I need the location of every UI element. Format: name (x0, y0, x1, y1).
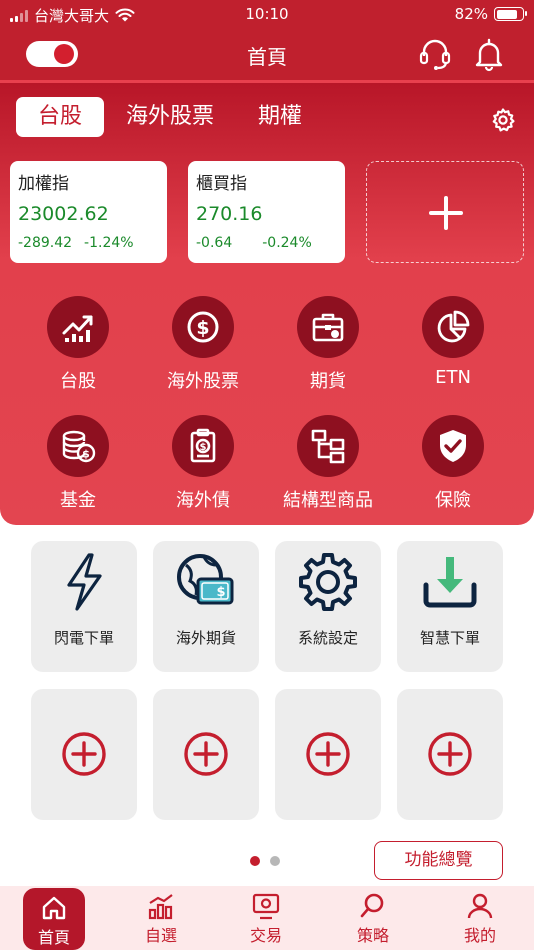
category-label: 海外債 (176, 490, 230, 511)
category-tw-stock[interactable]: 台股 (13, 296, 143, 393)
index-change: -289.42 (18, 235, 73, 251)
settings-gear-icon (299, 553, 357, 611)
shortcut-flash-order[interactable]: 閃電下單 (31, 541, 137, 672)
market-panel: 台股 海外股票 期權 加權指 23002.62 -289.42 -1.24% 櫃買… (0, 83, 534, 525)
briefcase-icon (312, 313, 344, 342)
index-card-taiex[interactable]: 加權指 23002.62 -289.42 -1.24% (10, 161, 167, 263)
feature-overview-button[interactable]: 功能總覽 (374, 841, 503, 880)
index-price: 23002.62 (18, 203, 109, 225)
shortcut-overseas-futures[interactable]: $ 海外期貨 (153, 541, 259, 672)
category-label: 基金 (60, 490, 96, 511)
coin-stack-icon: $ (62, 430, 96, 463)
add-shortcut-tile[interactable] (397, 689, 503, 820)
battery-info: 82% (454, 5, 527, 23)
category-label: 海外股票 (167, 371, 239, 392)
category-etn[interactable]: ETN (388, 296, 518, 388)
index-name: 櫃買指 (196, 174, 247, 194)
market-tabs: 台股 海外股票 期權 (16, 97, 324, 137)
category-overseas-bond[interactable]: $ 海外債 (138, 415, 268, 512)
nav-label: 我的 (463, 926, 496, 945)
index-change-pct: -0.24% (262, 235, 312, 251)
download-tray-icon (423, 557, 477, 608)
add-index-button[interactable] (366, 161, 524, 263)
nav-label: 交易 (249, 926, 282, 945)
category-insurance[interactable]: 保險 (388, 415, 518, 512)
search-icon (360, 893, 384, 918)
page-title: 首頁 (247, 45, 287, 69)
nav-trade[interactable]: 交易 (226, 886, 306, 950)
shortcut-system-settings[interactable]: 系統設定 (275, 541, 381, 672)
battery-icon (494, 7, 527, 21)
category-fund[interactable]: $ 基金 (13, 415, 143, 512)
index-card-otc[interactable]: 櫃買指 270.16 -0.64 -0.24% (188, 161, 345, 263)
bell-icon[interactable] (471, 36, 507, 72)
category-structured-products[interactable]: 結構型商品 (263, 415, 393, 512)
home-icon (42, 896, 66, 920)
status-bar: 台灣大哥大 10:10 82% (0, 0, 534, 28)
shield-check-icon (440, 430, 466, 462)
headset-icon[interactable] (417, 36, 453, 72)
tab-options[interactable]: 期權 (236, 97, 324, 137)
index-change-pct: -1.24% (84, 235, 134, 251)
page-dot[interactable] (270, 856, 280, 866)
shortcut-label: 系統設定 (297, 629, 358, 647)
nav-label: 策略 (356, 926, 389, 945)
plus-circle-icon (62, 732, 106, 776)
plus-circle-icon (306, 732, 350, 776)
index-name: 加權指 (18, 174, 69, 194)
add-shortcut-tile[interactable] (275, 689, 381, 820)
settings-icon[interactable] (490, 107, 516, 133)
shortcut-label: 閃電下單 (53, 629, 114, 647)
tab-tw-stock[interactable]: 台股 (16, 97, 105, 137)
category-futures[interactable]: 期貨 (263, 296, 393, 393)
category-label: 期貨 (310, 371, 346, 392)
pie-chart-icon (437, 310, 470, 343)
category-overseas-stock[interactable]: $ 海外股票 (138, 296, 268, 393)
shortcut-smart-order[interactable]: 智慧下單 (397, 541, 503, 672)
globe-money-icon: $ (177, 554, 234, 605)
category-label: 台股 (60, 371, 96, 392)
nav-label: 自選 (144, 926, 177, 945)
tab-overseas-stock[interactable]: 海外股票 (104, 97, 236, 137)
nav-strategy[interactable]: 策略 (333, 886, 413, 950)
trend-chart-icon (62, 315, 93, 342)
index-price: 270.16 (196, 203, 263, 225)
nav-label: 首頁 (37, 928, 70, 947)
battery-percent: 82% (454, 5, 488, 23)
page-dot-active[interactable] (250, 856, 260, 866)
user-icon (467, 893, 493, 919)
category-label: 保險 (435, 490, 471, 511)
lightning-icon (67, 553, 102, 611)
structure-icon (311, 429, 345, 464)
app-header: 首頁 (0, 28, 534, 80)
nav-home[interactable]: 首頁 (23, 888, 85, 950)
svg-text:$: $ (82, 448, 90, 461)
page-indicator[interactable] (250, 856, 280, 866)
nav-watchlist[interactable]: 自選 (121, 886, 201, 950)
category-label: ETN (435, 367, 471, 388)
svg-text:$: $ (216, 585, 225, 600)
index-change: -0.64 (196, 235, 233, 251)
add-shortcut-tile[interactable] (31, 689, 137, 820)
bar-chart-icon (148, 894, 173, 920)
plus-circle-icon (184, 732, 228, 776)
shortcut-label: 智慧下單 (419, 629, 480, 647)
bottom-nav: 首頁 自選 交易 策略 我的 (0, 886, 534, 950)
nav-profile[interactable]: 我的 (440, 886, 520, 950)
svg-text:$: $ (196, 317, 209, 339)
trade-icon (252, 893, 280, 920)
dollar-coin-icon: $ (187, 311, 219, 343)
shortcut-label: 海外期貨 (175, 629, 236, 647)
plus-circle-icon (428, 732, 472, 776)
bond-document-icon: $ (190, 428, 216, 463)
svg-text:$: $ (200, 442, 207, 453)
add-shortcut-tile[interactable] (153, 689, 259, 820)
plus-icon-stroke (444, 196, 448, 230)
category-label: 結構型商品 (283, 490, 373, 511)
